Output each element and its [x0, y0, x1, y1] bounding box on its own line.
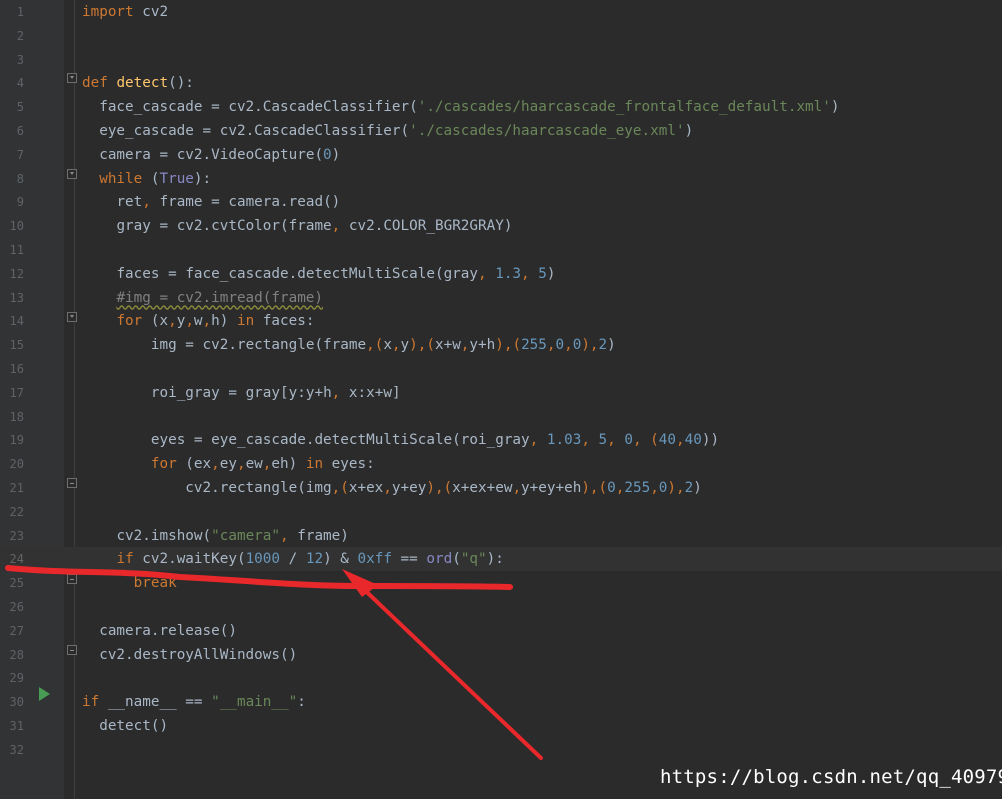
- line-number: 1: [16, 5, 24, 19]
- fold-end-marker-icon[interactable]: [67, 645, 77, 655]
- line-number: 20: [9, 457, 24, 472]
- code-line[interactable]: roi_gray = gray[y:y+h, x:x+w]: [82, 381, 401, 405]
- code-line[interactable]: camera.release(): [82, 619, 237, 643]
- code-line[interactable]: faces = face_cascade.detectMultiScale(gr…: [82, 262, 555, 286]
- line-number: 3: [16, 52, 24, 67]
- line-number: 32: [9, 742, 24, 757]
- run-icon[interactable]: [39, 687, 50, 701]
- line-number: 22: [9, 504, 24, 519]
- line-number: 18: [9, 409, 24, 424]
- code-line[interactable]: eye_cascade = cv2.CascadeClassifier('./c…: [82, 119, 693, 143]
- line-number: 10: [9, 219, 24, 234]
- line-number: 26: [9, 600, 24, 614]
- line-number: 11: [9, 243, 24, 257]
- line-number: 6: [16, 124, 24, 138]
- line-number: 9: [16, 195, 24, 210]
- code-line[interactable]: ret, frame = camera.read(): [82, 190, 340, 214]
- code-line[interactable]: cv2.imshow("camera", frame): [82, 524, 348, 548]
- annotation-arrow-head: [342, 569, 378, 597]
- code-line[interactable]: eyes = eye_cascade.detectMultiScale(roi_…: [82, 428, 719, 452]
- code-line[interactable]: #img = cv2.imread(frame): [82, 286, 323, 310]
- fold-end-marker-icon[interactable]: [67, 574, 77, 584]
- code-line[interactable]: for (x,y,w,h) in faces:: [82, 309, 314, 333]
- fold-end-marker-icon[interactable]: [67, 478, 77, 488]
- line-number: 23: [9, 528, 24, 543]
- code-line[interactable]: gray = cv2.cvtColor(frame, cv2.COLOR_BGR…: [82, 214, 512, 238]
- code-line[interactable]: camera = cv2.VideoCapture(0): [82, 143, 340, 167]
- fold-marker-icon[interactable]: [67, 169, 77, 179]
- code-line[interactable]: if cv2.waitKey(1000 / 12) & 0xff == ord(…: [82, 547, 503, 571]
- fold-marker-icon[interactable]: [67, 312, 77, 322]
- line-number: 19: [9, 433, 24, 448]
- code-line[interactable]: img = cv2.rectangle(frame,(x,y),(x+w,y+h…: [82, 333, 616, 357]
- line-number: 14: [9, 314, 24, 329]
- code-line[interactable]: def detect():: [82, 71, 194, 95]
- code-line[interactable]: for (ex,ey,ew,eh) in eyes:: [82, 452, 375, 476]
- line-number: 25: [9, 576, 24, 591]
- line-number: 30: [9, 695, 24, 710]
- line-number: 17: [9, 385, 24, 400]
- fold-marker-icon[interactable]: [67, 73, 77, 83]
- line-number: 16: [9, 362, 24, 376]
- code-line[interactable]: break: [82, 571, 177, 595]
- code-line[interactable]: detect(): [82, 714, 168, 738]
- line-number: 31: [9, 719, 24, 733]
- line-number: 28: [9, 647, 24, 662]
- watermark-text: https://blog.csdn.net/qq_40979622: [660, 766, 1002, 788]
- code-line[interactable]: if __name__ == "__main__":: [82, 690, 306, 714]
- code-line[interactable]: face_cascade = cv2.CascadeClassifier('./…: [82, 95, 839, 119]
- line-number: 13: [9, 290, 24, 305]
- line-number: 27: [9, 623, 24, 638]
- line-number: 12: [9, 266, 24, 281]
- line-number: 8: [16, 171, 24, 186]
- line-number: 7: [16, 147, 24, 162]
- code-line[interactable]: cv2.destroyAllWindows(): [82, 643, 297, 667]
- code-line[interactable]: import cv2: [82, 0, 168, 24]
- line-number: 5: [16, 100, 24, 115]
- annotation-arrow-shaft: [350, 576, 543, 760]
- line-number: 2: [16, 28, 24, 43]
- line-number: 4: [16, 76, 24, 91]
- gutter-divider: [74, 0, 75, 799]
- line-number: 24: [9, 552, 24, 567]
- line-number: 29: [9, 671, 24, 686]
- line-number: 15: [9, 338, 24, 353]
- code-editor[interactable]: 1 2 3 4 5 6 7 8 9 10 11 12 13 14 15 16 17 18 19 20 21 22 23 24 2…: [0, 0, 1002, 799]
- code-line[interactable]: cv2.rectangle(img,(x+ex,y+ey),(x+ex+ew,y…: [82, 476, 702, 500]
- code-line[interactable]: while (True):: [82, 167, 211, 191]
- line-number: 21: [9, 481, 24, 495]
